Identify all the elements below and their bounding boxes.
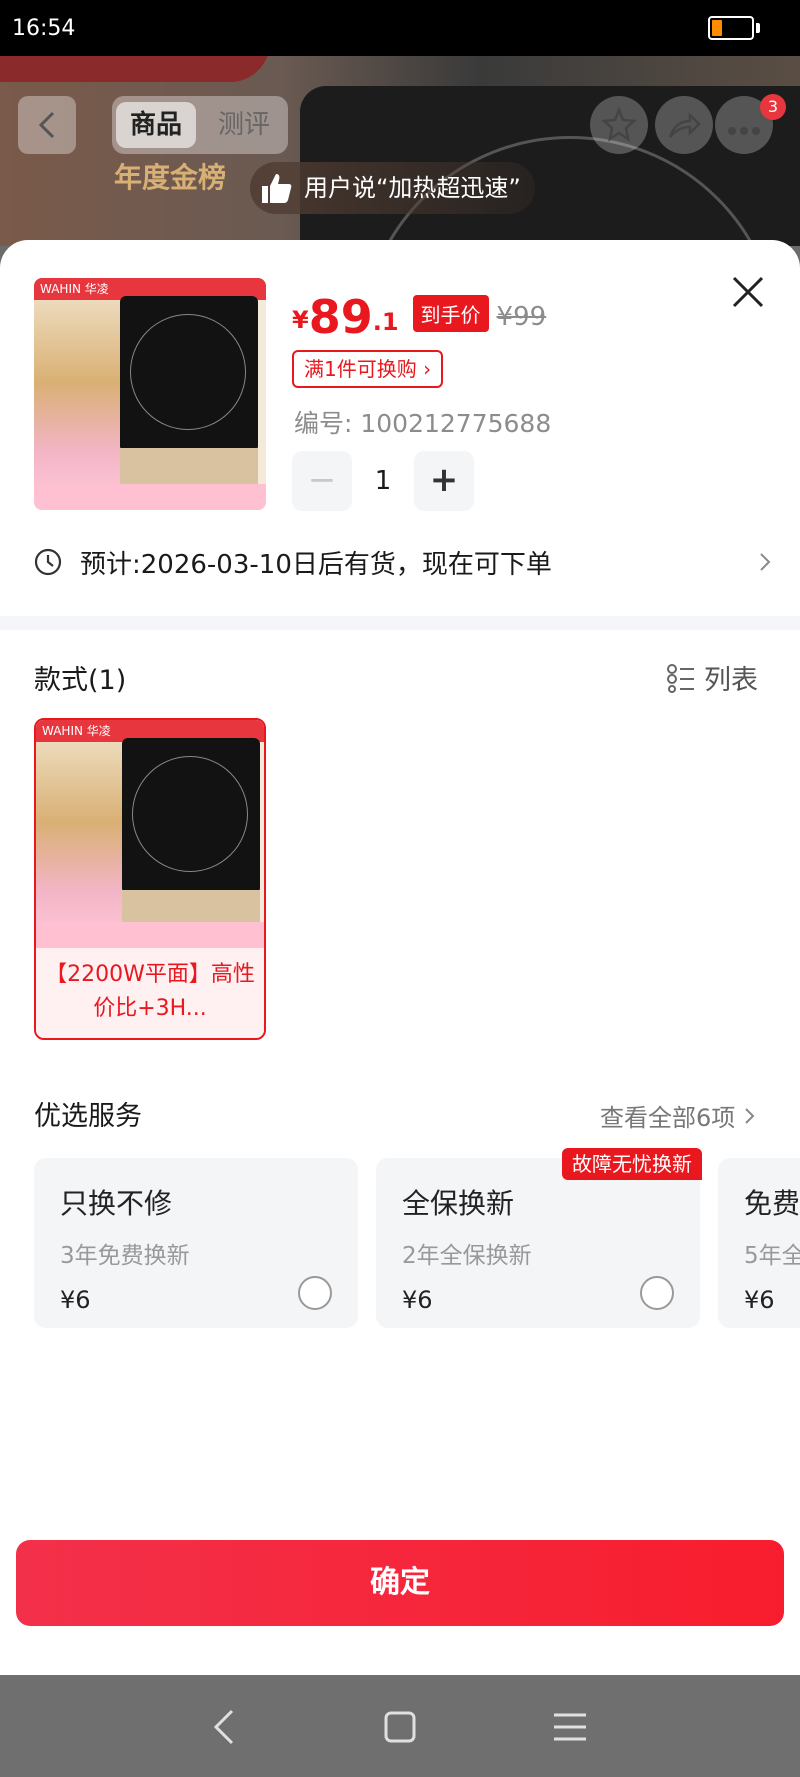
chevron-left-icon <box>38 111 55 139</box>
service-title: 免费 <box>744 1187 800 1220</box>
style-image-banner <box>36 720 124 948</box>
close-button[interactable] <box>726 270 770 314</box>
nav-back-icon <box>213 1709 234 1745</box>
product-tabs: 商品 测评 <box>112 96 288 154</box>
thumbs-up-icon <box>262 174 292 203</box>
sku-selector-sheet: WAHIN 华凌 ¥ 89 .1 到手价 ¥99 满1件可换购 › 编号: 10… <box>0 240 800 1675</box>
battery-tip <box>756 23 760 33</box>
view-all-services-link[interactable]: 查看全部6项 <box>600 1098 757 1133</box>
increase-button[interactable]: + <box>414 451 474 511</box>
service-radio[interactable] <box>640 1276 674 1310</box>
exchange-promo-chip[interactable]: 满1件可换购 › <box>292 350 444 388</box>
annual-gold-badge-label: 年度金榜 <box>113 161 226 194</box>
share-icon <box>668 111 701 138</box>
service-subtitle: 3年免费换新 <box>60 1243 190 1269</box>
chevron-right-icon <box>745 1107 755 1124</box>
price-integer: 89 <box>308 290 373 344</box>
delivery-eta-text: 预计:2026-03-10日后有货，现在可下单 <box>80 549 552 580</box>
chevron-right-icon <box>760 553 771 571</box>
review-quote-banner: 用户说“加热超迅速” <box>250 162 535 214</box>
service-card-replace-only[interactable]: 只换不修 3年免费换新 ¥6 <box>34 1158 358 1328</box>
style-section-title: 款式(1) <box>34 665 127 696</box>
quantity-stepper: − 1 + <box>292 450 474 512</box>
star-icon <box>600 106 638 142</box>
product-image-panel <box>120 448 258 484</box>
share-button[interactable] <box>655 96 713 154</box>
status-time: 16:54 <box>12 16 76 41</box>
system-navigation-bar <box>0 1675 800 1777</box>
service-price: ¥6 <box>744 1286 775 1314</box>
tab-product[interactable]: 商品 <box>116 102 196 148</box>
sku-number: 编号: 100212775688 <box>294 409 552 438</box>
services-section-title: 优选服务 <box>34 1101 142 1132</box>
original-price: ¥99 <box>496 302 547 332</box>
product-image-banner <box>34 278 122 510</box>
confirm-button[interactable]: 确定 <box>16 1540 784 1626</box>
nav-back-button[interactable] <box>202 1703 250 1751</box>
more-dots-icon <box>728 127 760 135</box>
cart-count-badge: 3 <box>760 94 786 120</box>
tab-review[interactable]: 测评 <box>204 102 284 148</box>
price-currency: ¥ <box>292 306 309 334</box>
quantity-value[interactable]: 1 <box>352 466 414 496</box>
style-image-panel <box>122 890 260 926</box>
service-title: 只换不修 <box>60 1187 173 1220</box>
nav-home-button[interactable] <box>376 1703 424 1751</box>
delivery-eta-row[interactable]: 预计:2026-03-10日后有货，现在可下单 <box>34 536 774 588</box>
back-button[interactable] <box>18 96 76 154</box>
service-title: 全保换新 <box>402 1187 515 1220</box>
service-radio[interactable] <box>298 1276 332 1310</box>
background-product-page: 商品 测评 年度金榜 3 用户说“加热超迅速” <box>0 56 800 246</box>
style-image-ring <box>132 756 248 872</box>
service-card-full-protection[interactable]: 全保换新 2年全保换新 ¥6 <box>376 1158 700 1328</box>
view-all-services-label: 查看全部6项 <box>600 1104 736 1132</box>
status-bar: 16:54 <box>0 0 800 56</box>
favorite-button[interactable] <box>590 96 648 154</box>
service-subtitle: 5年全 <box>744 1243 800 1269</box>
list-view-icon <box>667 663 694 693</box>
product-image-ring <box>130 314 246 430</box>
final-price-tag: 到手价 <box>412 295 489 332</box>
section-divider <box>0 616 800 630</box>
style-option-label: 【2200W平面】高性价比+3H... <box>36 948 264 1038</box>
review-quote-text: 用户说“加热超迅速” <box>304 174 521 202</box>
product-image-footer <box>34 484 266 510</box>
list-view-label: 列表 <box>704 665 758 696</box>
close-icon <box>732 276 764 308</box>
nav-menu-button[interactable] <box>546 1703 594 1751</box>
list-view-toggle[interactable]: 列表 <box>666 658 758 697</box>
nav-home-icon <box>384 1711 416 1743</box>
decrease-button[interactable]: − <box>292 451 352 511</box>
price-row: ¥ 89 .1 到手价 ¥99 <box>292 284 546 340</box>
style-option-image: WAHIN 华凌 <box>36 720 264 948</box>
service-subtitle: 2年全保换新 <box>402 1243 532 1269</box>
service-price: ¥6 <box>60 1286 91 1314</box>
product-thumbnail: WAHIN 华凌 <box>34 278 266 510</box>
background-header-strip <box>0 56 270 82</box>
clock-icon <box>34 548 62 576</box>
nav-menu-icon <box>554 1713 586 1741</box>
service-price: ¥6 <box>402 1286 433 1314</box>
service-card-free[interactable]: 免费 5年全 ¥6 <box>718 1158 800 1328</box>
battery-icon <box>708 16 754 40</box>
style-option-card[interactable]: WAHIN 华凌 【2200W平面】高性价比+3H... <box>34 718 266 1040</box>
price-decimal: .1 <box>372 308 399 336</box>
style-image-footer <box>36 922 264 948</box>
service-ribbon-badge: 故障无忧换新 <box>562 1148 702 1180</box>
